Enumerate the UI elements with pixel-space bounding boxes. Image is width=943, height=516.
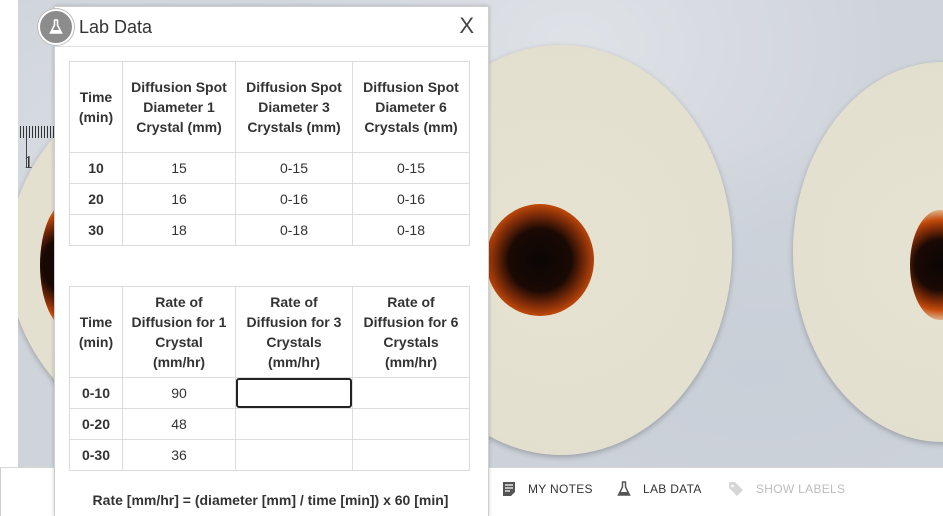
ruler: 1 <box>18 118 58 178</box>
diameter-table: Time (min) Diffusion Spot Diameter 1 Cry… <box>69 61 470 246</box>
time-cell: 30 <box>69 214 123 246</box>
time-cell: 0-20 <box>69 408 123 440</box>
time-cell: 0-10 <box>69 377 123 409</box>
column-header: Rate of Diffusion for 1 Crystal (mm/hr) <box>122 286 236 378</box>
close-button[interactable]: X <box>459 13 474 39</box>
rate-6-crystals-cell <box>352 377 470 409</box>
show-labels-label: SHOW LABELS <box>756 482 846 496</box>
ruler-number: 1 <box>24 152 33 172</box>
table-cell: 0-15 <box>235 152 353 184</box>
flask-icon <box>617 481 631 496</box>
flask-badge-icon <box>38 9 74 45</box>
table-cell: 0-15 <box>352 152 470 184</box>
column-header: Time (min) <box>69 61 123 153</box>
tag-icon <box>729 482 743 496</box>
toolbar-divider <box>0 468 1 516</box>
ruler-ticks <box>20 126 54 138</box>
rate-6-crystals-cell <box>352 408 470 440</box>
rate-input[interactable] <box>353 440 469 470</box>
table-cell: 15 <box>122 152 236 184</box>
table-cell: 48 <box>122 408 236 440</box>
table-cell: 16 <box>122 183 236 215</box>
table-cell: 0-18 <box>235 214 353 246</box>
table-row: 0-30 36 <box>69 439 470 471</box>
rate-input-active[interactable] <box>236 378 352 408</box>
notes-icon <box>503 482 515 496</box>
my-notes-button[interactable]: MY NOTES <box>502 468 593 510</box>
my-notes-label: MY NOTES <box>528 482 593 496</box>
panel-title: Lab Data <box>79 17 153 37</box>
table-cell: 0-16 <box>352 183 470 215</box>
column-header: Diffusion Spot Diameter 1 Crystal (mm) <box>122 61 236 153</box>
rate-3-crystals-cell <box>235 377 353 409</box>
rate-3-crystals-cell <box>235 408 353 440</box>
column-header: Rate of Diffusion for 3 Crystals (mm/hr) <box>235 286 353 378</box>
table-cell: 0-16 <box>235 183 353 215</box>
table-header-row: Time (min) Diffusion Spot Diameter 1 Cry… <box>69 61 470 153</box>
table-row: 0-20 48 <box>69 408 470 440</box>
rate-3-crystals-cell <box>235 439 353 471</box>
flask-icon <box>49 19 63 34</box>
table-header-row: Time (min) Rate of Diffusion for 1 Cryst… <box>69 286 470 378</box>
lab-data-label: LAB DATA <box>643 482 702 496</box>
table-row: 20 16 0-16 0-16 <box>69 183 470 215</box>
rate-input[interactable] <box>236 440 352 470</box>
rate-input[interactable] <box>353 409 469 439</box>
column-header: Diffusion Spot Diameter 3 Crystals (mm) <box>235 61 353 153</box>
panel-header: Lab Data X <box>55 7 488 47</box>
rate-table: Time (min) Rate of Diffusion for 1 Cryst… <box>69 286 470 471</box>
show-labels-button[interactable]: SHOW LABELS <box>728 468 845 510</box>
lab-data-button[interactable]: LAB DATA <box>617 468 702 510</box>
column-header: Time (min) <box>69 286 123 378</box>
table-cell: 90 <box>122 377 236 409</box>
time-cell: 0-30 <box>69 439 123 471</box>
table-row: 10 15 0-15 0-15 <box>69 152 470 184</box>
column-header: Rate of Diffusion for 6 Crystals (mm/hr) <box>352 286 470 378</box>
rate-input[interactable] <box>353 378 469 408</box>
left-rail <box>0 0 19 467</box>
rate-input[interactable] <box>236 409 352 439</box>
column-header: Diffusion Spot Diameter 6 Crystals (mm) <box>352 61 470 153</box>
table-row: 30 18 0-18 0-18 <box>69 214 470 246</box>
table-cell: 18 <box>122 214 236 246</box>
diffusion-spot-2 <box>486 204 594 316</box>
table-cell: 36 <box>122 439 236 471</box>
table-cell: 0-18 <box>352 214 470 246</box>
rate-6-crystals-cell <box>352 439 470 471</box>
table-row: 0-10 90 <box>69 377 470 409</box>
time-cell: 20 <box>69 183 123 215</box>
rate-formula: Rate [mm/hr] = (diameter [mm] / time [mi… <box>92 492 449 508</box>
time-cell: 10 <box>69 152 123 184</box>
